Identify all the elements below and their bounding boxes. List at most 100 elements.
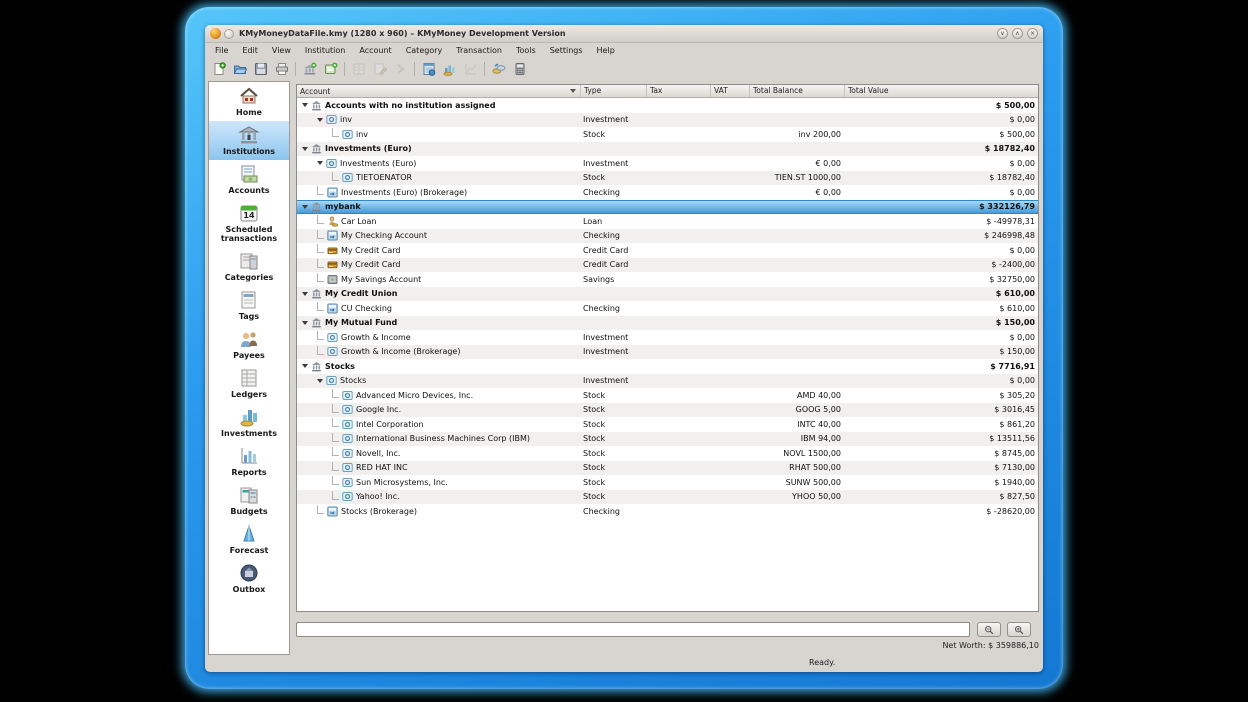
edit-button [369, 60, 390, 79]
table-row[interactable]: CU CheckingChecking$ 610,00 [297, 301, 1038, 316]
expander-icon[interactable] [317, 161, 323, 165]
new-file-button[interactable] [208, 60, 229, 79]
sidebar-item-institutions[interactable]: Institutions [209, 121, 289, 160]
table-row[interactable]: Novell, Inc.StockNOVL 1500,00$ 8745,00 [297, 446, 1038, 461]
table-row[interactable]: invInvestment$ 0,00 [297, 113, 1038, 128]
table-row[interactable]: Growth & Income (Brokerage)Investment$ 1… [297, 345, 1038, 360]
column-header-vat[interactable]: VAT [710, 85, 749, 97]
expander-icon[interactable] [302, 205, 308, 209]
table-row[interactable]: My Checking AccountChecking$ 246998,48 [297, 229, 1038, 244]
sidebar-item-outbox[interactable]: Outbox [209, 559, 289, 598]
menu-tools[interactable]: Tools [509, 44, 543, 57]
sidebar-item-categories[interactable]: Categories [209, 247, 289, 286]
table-row[interactable]: Stocks (Brokerage)Checking$ -28620,00 [297, 504, 1038, 519]
total-value-cell: $ 7130,00 [844, 463, 1038, 472]
table-row[interactable]: Intel CorporationStockINTC 40,00$ 861,20 [297, 417, 1038, 432]
sidebar-item-reports[interactable]: Reports [209, 442, 289, 481]
table-row[interactable]: TIETOENATORStockTIEN.ST 1000,00$ 18782,4… [297, 171, 1038, 186]
column-header-total-value[interactable]: Total Value [844, 85, 1038, 97]
table-row[interactable]: Sun Microsystems, Inc.StockSUNW 500,00$ … [297, 475, 1038, 490]
table-row[interactable]: My Mutual Fund$ 150,00 [297, 316, 1038, 331]
type-cell: Investment [580, 376, 646, 385]
tree-indent [300, 163, 315, 164]
column-header-tax[interactable]: Tax [646, 85, 710, 97]
sidebar-item-ledgers[interactable]: Ledgers [209, 364, 289, 403]
investment-chart-button[interactable] [439, 60, 460, 79]
expander-icon[interactable] [317, 118, 323, 122]
sidebar-item-budgets[interactable]: Budgets [209, 481, 289, 520]
table-row[interactable]: Growth & IncomeInvestment$ 0,00 [297, 330, 1038, 345]
new-account-button[interactable] [320, 60, 341, 79]
table-row[interactable]: International Business Machines Corp (IB… [297, 432, 1038, 447]
expander-icon[interactable] [302, 292, 308, 296]
tree-indent [300, 496, 330, 497]
expander-icon[interactable] [302, 364, 308, 368]
expand-all-button[interactable] [1007, 622, 1031, 637]
currency-button[interactable] [488, 60, 509, 79]
table-row[interactable]: Investments (Euro)Investment€ 0,00$ 0,00 [297, 156, 1038, 171]
table-row[interactable]: My Credit CardCredit Card$ -2400,00 [297, 258, 1038, 273]
filter-input[interactable] [296, 622, 970, 637]
table-row[interactable]: Accounts with no institution assigned$ 5… [297, 98, 1038, 113]
expander-icon[interactable] [302, 321, 308, 325]
maximize-button[interactable]: ∧ [1012, 28, 1023, 39]
expander-icon[interactable] [302, 147, 308, 151]
sidebar-item-forecast[interactable]: Forecast [209, 520, 289, 559]
table-row[interactable]: mybank$ 332126,79 [297, 200, 1038, 215]
menu-transaction[interactable]: Transaction [449, 44, 509, 57]
table-row[interactable]: Stocks$ 7716,91 [297, 359, 1038, 374]
sidebar-item-tags[interactable]: Tags [209, 286, 289, 325]
table-row[interactable]: Google Inc.StockGOOG 5,00$ 3016,45 [297, 403, 1038, 418]
table-row[interactable]: Investments (Euro)$ 18782,40 [297, 142, 1038, 157]
table-row[interactable]: Yahoo! Inc.StockYHOO 50,00$ 827,50 [297, 490, 1038, 505]
column-header-account[interactable]: Account [297, 85, 580, 97]
menu-view[interactable]: View [265, 44, 298, 57]
title-bar[interactable]: KMyMoneyDataFile.kmy (1280 x 960) – KMyM… [205, 25, 1043, 43]
table-row[interactable]: My Credit CardCredit Card$ 0,00 [297, 243, 1038, 258]
menu-settings[interactable]: Settings [543, 44, 590, 57]
sidebar-item-home[interactable]: Home [209, 82, 289, 121]
ledger-button[interactable] [418, 60, 439, 79]
calculator-button[interactable] [509, 60, 530, 79]
close-button[interactable]: × [1027, 28, 1038, 39]
sidebar-item-label: Scheduled transactions [210, 225, 288, 243]
bank-icon [311, 143, 322, 154]
table-row[interactable]: RED HAT INCStockRHAT 500,00$ 7130,00 [297, 461, 1038, 476]
loan-icon [327, 216, 338, 227]
column-header-total-balance[interactable]: Total Balance [749, 85, 844, 97]
table-row[interactable]: Car LoanLoan$ -49978,31 [297, 214, 1038, 229]
expander-icon[interactable] [302, 103, 308, 107]
total-value-cell: $ 500,00 [844, 130, 1038, 139]
menu-institution[interactable]: Institution [298, 44, 353, 57]
menu-file[interactable]: File [208, 44, 235, 57]
table-row[interactable]: My Credit Union$ 610,00 [297, 287, 1038, 302]
new-institution-button[interactable] [299, 60, 320, 79]
sidebar-item-label: Forecast [230, 546, 269, 555]
sidebar-item-scheduled-transactions[interactable]: 14Scheduled transactions [209, 199, 289, 247]
table-row[interactable]: My Savings AccountSavings$ 32750,00 [297, 272, 1038, 287]
save-button[interactable] [250, 60, 271, 79]
table-row[interactable]: StocksInvestment$ 0,00 [297, 374, 1038, 389]
tree-indent [300, 467, 330, 468]
menu-help[interactable]: Help [590, 44, 622, 57]
column-header-type[interactable]: Type [580, 85, 646, 97]
table-row[interactable]: Advanced Micro Devices, Inc.StockAMD 40,… [297, 388, 1038, 403]
open-file-button[interactable] [229, 60, 250, 79]
sidebar-item-payees[interactable]: Payees [209, 325, 289, 364]
sidebar-item-accounts[interactable]: Accounts [209, 160, 289, 199]
menu-edit[interactable]: Edit [235, 44, 265, 57]
table-row[interactable]: Investments (Euro) (Brokerage)Checking€ … [297, 185, 1038, 200]
account-name: Advanced Micro Devices, Inc. [356, 391, 473, 400]
menu-account[interactable]: Account [352, 44, 398, 57]
menu-category[interactable]: Category [399, 44, 450, 57]
print-button[interactable] [271, 60, 292, 79]
collapse-all-button[interactable] [977, 622, 1001, 637]
minimize-button[interactable]: ∨ [997, 28, 1008, 39]
account-cell: My Checking Account [297, 230, 580, 242]
table-row[interactable]: invStockinv 200,00$ 500,00 [297, 127, 1038, 142]
credit-card-icon [327, 245, 338, 256]
sidebar-item-label: Payees [233, 351, 265, 360]
sidebar-item-investments[interactable]: Investments [209, 403, 289, 442]
investment-icon [342, 129, 353, 140]
expander-icon[interactable] [317, 379, 323, 383]
